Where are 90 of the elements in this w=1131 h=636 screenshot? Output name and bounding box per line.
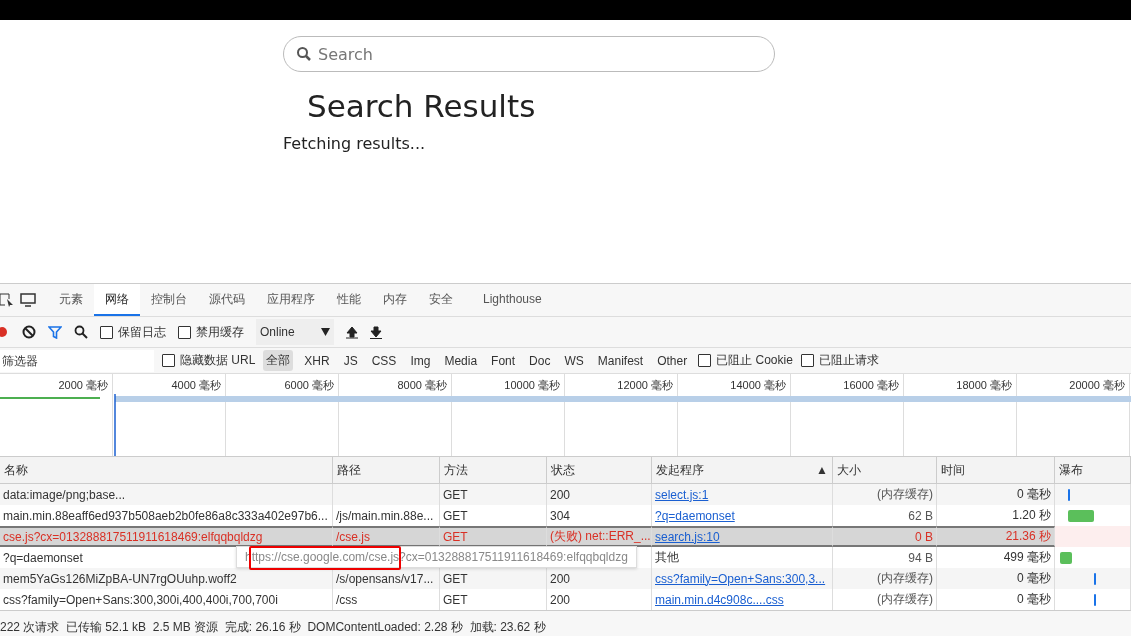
waterfall-bar: [1068, 509, 1094, 522]
timeline-tick: 12000 毫秒: [617, 379, 673, 391]
time-cell: 21.36 秒: [937, 526, 1055, 547]
devtools-tab[interactable]: Lighthouse: [472, 284, 553, 316]
path-cell: /s/opensans/v17...: [333, 568, 440, 589]
name-cell: css?family=Open+Sans:300,300i,400,400i,700,700i: [0, 589, 333, 610]
column-header[interactable]: 发起程序 ▲: [652, 457, 833, 484]
name-cell: mem5YaGs126MiZpBA-UN7rgOUuhp.woff2: [0, 568, 333, 589]
timeline-tick: 10000 毫秒: [504, 379, 560, 391]
timeline-tick: 4000 毫秒: [171, 379, 221, 391]
path-cell: /css: [333, 589, 440, 610]
devtools-tab[interactable]: 内存: [372, 284, 418, 316]
column-header[interactable]: 大小: [833, 457, 937, 484]
name-cell: cse.js?cx=013288817511911618469:elfqqbqldzg: [0, 526, 333, 547]
column-header[interactable]: 路径: [333, 457, 440, 484]
column-header[interactable]: 方法: [440, 457, 547, 484]
status-cell: 200: [547, 484, 652, 505]
size-cell: (内存缓存): [833, 484, 937, 505]
devtools-tab[interactable]: 安全: [418, 284, 464, 316]
initiator-cell: 其他: [652, 547, 833, 568]
preserve-log-checkbox[interactable]: 保留日志: [100, 323, 166, 341]
status-cell: 200: [547, 589, 652, 610]
path-cell: /cse.js: [333, 526, 440, 547]
type-filter[interactable]: Img: [407, 351, 434, 370]
devtools-tab[interactable]: 网络: [94, 284, 140, 316]
timeline-tick: 14000 毫秒: [730, 379, 786, 391]
method-cell: GET: [440, 568, 547, 589]
sort-indicator: ▲: [816, 463, 828, 477]
timeline-tick: 20000 毫秒: [1069, 379, 1125, 391]
devtools-tab[interactable]: 应用程序: [256, 284, 326, 316]
type-filter[interactable]: WS: [561, 351, 587, 370]
initiator-link[interactable]: main.min.d4c908c....css: [655, 592, 784, 607]
type-filter[interactable]: 全部: [263, 350, 294, 371]
column-header[interactable]: 时间: [937, 457, 1055, 484]
search-icon: [296, 46, 312, 62]
status-cell: 200: [547, 568, 652, 589]
time-cell: 0 毫秒: [937, 568, 1055, 589]
method-cell: GET: [440, 484, 547, 505]
timeline-tick: 8000 毫秒: [397, 379, 447, 391]
hide-data-urls-checkbox[interactable]: 隐藏数据 URL: [162, 352, 256, 369]
type-filter[interactable]: Media: [441, 351, 481, 370]
filter-field[interactable]: 筛选器: [0, 349, 154, 372]
devtools-tab[interactable]: 控制台: [140, 284, 198, 316]
column-header[interactable]: 状态: [547, 457, 652, 484]
timeline-tick: 2000 毫秒: [58, 379, 108, 391]
type-filter[interactable]: Font: [488, 351, 519, 370]
devtools-tab[interactable]: 源代码: [198, 284, 256, 316]
status-text: Fetching results...: [283, 134, 427, 153]
status-cell: (失败) net::ERR_...: [547, 526, 652, 547]
type-filter[interactable]: XHR: [301, 351, 333, 370]
inspect-icon[interactable]: [0, 292, 14, 308]
name-cell: main.min.88eaff6ed937b508aeb2b0fe86a8c333a402e97b6...: [0, 505, 333, 526]
download-icon[interactable]: [370, 325, 382, 339]
summary-bar: 222 次请求 已传输 52.1 kB 2.5 MB 资源 完成: 26.16 秒 DOMContentLoaded: 2.28 秒 加载: 23.62 秒: [0, 610, 1131, 636]
type-filter[interactable]: Doc: [526, 351, 554, 370]
size-cell: (内存缓存): [833, 568, 937, 589]
method-cell: GET: [440, 589, 547, 610]
blocked-cookies-checkbox[interactable]: 已阻止 Cookie: [698, 352, 793, 369]
search-icon[interactable]: [74, 325, 88, 339]
size-cell: 0 B: [833, 526, 937, 547]
upload-icon[interactable]: [346, 325, 358, 339]
timeline-overview[interactable]: 2000 毫秒 4000 毫秒 6000 毫秒 8000 毫秒 10000 毫秒 12000 毫秒 14000 毫秒 16000 毫秒 18000 毫秒 20000 毫秒: [0, 374, 1131, 457]
path-cell: /js/main.min.88e...: [333, 505, 440, 526]
record-icon[interactable]: [0, 326, 10, 338]
name-cell: data:image/png;base...: [0, 484, 333, 505]
type-filter[interactable]: Manifest: [594, 351, 647, 370]
blocked-requests-checkbox[interactable]: 已阻止请求: [800, 352, 879, 369]
timeline-tick: 18000 毫秒: [956, 379, 1012, 391]
column-header[interactable]: 瀑布: [1055, 457, 1131, 484]
method-cell: GET: [440, 505, 547, 526]
type-filter[interactable]: Other: [654, 351, 691, 370]
waterfall-bar: [1060, 551, 1072, 564]
status-cell: 304: [547, 505, 652, 526]
disable-cache-checkbox[interactable]: 禁用缓存: [178, 323, 244, 341]
device-icon[interactable]: [20, 293, 38, 307]
column-header[interactable]: 名称: [0, 457, 333, 484]
devtools-tab[interactable]: 元素: [48, 284, 94, 316]
type-filter[interactable]: CSS: [368, 351, 400, 370]
clear-icon[interactable]: [22, 325, 36, 339]
timeline-tick: 16000 毫秒: [843, 379, 899, 391]
method-cell: GET: [440, 526, 547, 547]
time-cell: 0 毫秒: [937, 484, 1055, 505]
caret-icon: [321, 328, 330, 336]
timeline-tick: 6000 毫秒: [284, 379, 334, 391]
initiator-link[interactable]: ?q=daemonset: [655, 508, 735, 523]
page-heading: Search Results: [307, 88, 537, 124]
type-filter[interactable]: JS: [340, 351, 361, 370]
throttling-select[interactable]: Online: [256, 319, 334, 345]
devtools-tab[interactable]: 性能: [326, 284, 372, 316]
filter-icon[interactable]: [48, 325, 62, 339]
